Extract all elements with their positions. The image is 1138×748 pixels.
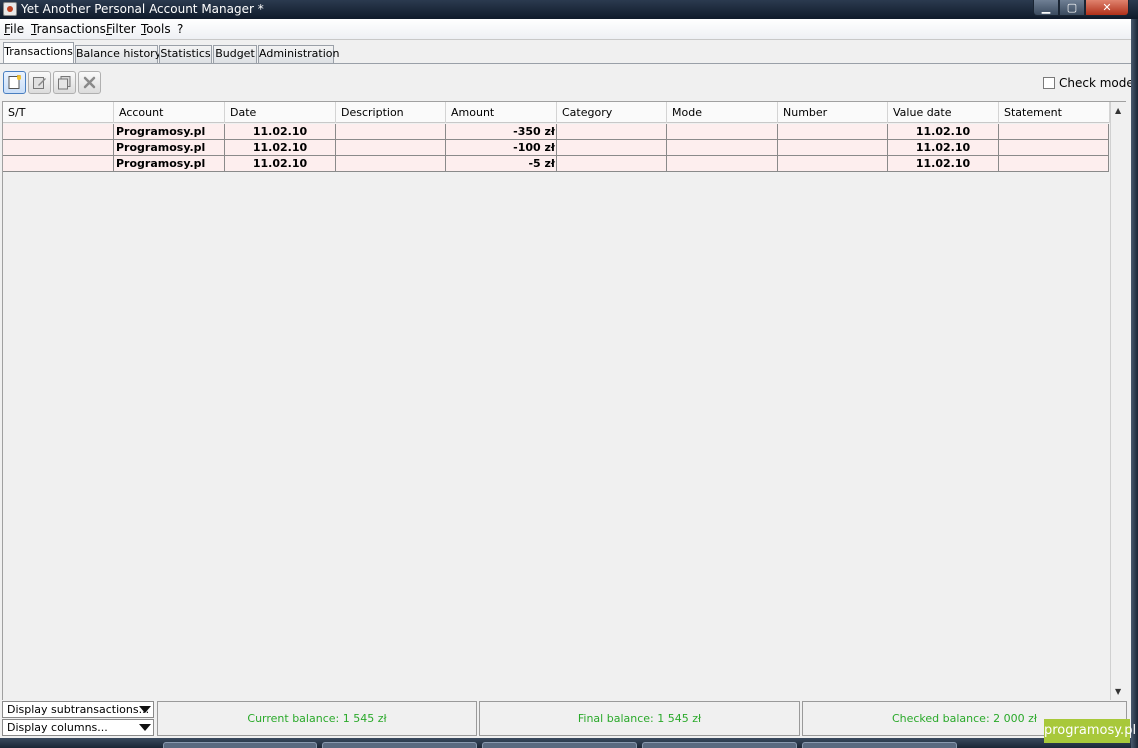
delete-transaction-icon xyxy=(83,76,96,89)
chevron-down-icon xyxy=(139,724,151,731)
edit-transaction-button[interactable] xyxy=(28,71,51,94)
minimize-button[interactable]: ▁ xyxy=(1033,0,1059,16)
menu-bar: File Transactions Filter Tools ? xyxy=(0,19,1131,40)
column-header-st[interactable]: S/T xyxy=(3,102,114,123)
cell-category xyxy=(557,156,667,172)
cell-st xyxy=(3,140,114,156)
delete-transaction-button[interactable] xyxy=(78,71,101,94)
cell-mode xyxy=(667,156,778,172)
transactions-panel: Check mode S/T Account Date Description … xyxy=(0,63,1134,701)
menu-tools[interactable]: Tools xyxy=(141,22,171,36)
cell-statement xyxy=(999,124,1109,140)
cell-number xyxy=(778,124,888,140)
cell-st xyxy=(3,124,114,140)
status-bar: Display subtransactions... Display colum… xyxy=(0,700,1131,738)
menu-file[interactable]: File xyxy=(4,22,24,36)
column-header-number[interactable]: Number xyxy=(778,102,888,123)
vertical-scrollbar[interactable]: ▲ ▼ xyxy=(1110,102,1126,700)
new-transaction-button[interactable] xyxy=(3,71,26,94)
tab-administration[interactable]: Administration xyxy=(258,45,340,63)
table-header: S/T Account Date Description Amount Cate… xyxy=(3,102,1110,123)
column-header-amount[interactable]: Amount xyxy=(446,102,557,123)
copy-transaction-button[interactable] xyxy=(53,71,76,94)
scroll-down-arrow-icon[interactable]: ▼ xyxy=(1115,687,1121,696)
edit-transaction-icon xyxy=(33,77,46,89)
cell-description xyxy=(336,124,446,140)
transactions-table: S/T Account Date Description Amount Cate… xyxy=(2,101,1126,701)
table-row[interactable]: Programosy.pl 11.02.10 -5 zł 11.02.10 xyxy=(3,156,1109,172)
cell-statement xyxy=(999,156,1109,172)
cell-date: 11.02.10 xyxy=(225,156,336,172)
cell-description xyxy=(336,140,446,156)
title-bar: Yet Another Personal Account Manager * ▁… xyxy=(0,0,1138,19)
cell-number xyxy=(778,140,888,156)
cell-category xyxy=(557,140,667,156)
taskbar-button[interactable] xyxy=(642,742,797,748)
column-header-mode[interactable]: Mode xyxy=(667,102,778,123)
chevron-down-icon xyxy=(139,706,151,713)
cell-value-date: 11.02.10 xyxy=(888,156,999,172)
menu-transactions[interactable]: Transactions xyxy=(31,22,106,36)
cell-mode xyxy=(667,124,778,140)
taskbar-button[interactable] xyxy=(482,742,637,748)
cell-amount: -5 zł xyxy=(446,156,557,172)
column-header-statement[interactable]: Statement xyxy=(999,102,1110,123)
cell-date: 11.02.10 xyxy=(225,140,336,156)
tab-statistics[interactable]: Statistics xyxy=(159,45,212,63)
tab-bar: Transactions Balance history Statistics … xyxy=(0,40,1131,64)
cell-number xyxy=(778,156,888,172)
taskbar-button[interactable] xyxy=(322,742,477,748)
tab-balance-history[interactable]: Balance history xyxy=(75,45,161,63)
watermark-logo: programosy.pl xyxy=(1044,719,1136,743)
cell-description xyxy=(336,156,446,172)
checkbox-box[interactable] xyxy=(1043,77,1055,89)
display-subtransactions-label: Display subtransactions... xyxy=(7,703,150,716)
cell-st xyxy=(3,156,114,172)
display-subtransactions-dropdown[interactable]: Display subtransactions... xyxy=(2,701,154,718)
current-balance: Current balance: 1 545 zł xyxy=(157,701,477,736)
cell-account: Programosy.pl xyxy=(114,156,225,172)
close-button[interactable]: ✕ xyxy=(1085,0,1129,16)
menu-filter[interactable]: Filter xyxy=(106,22,136,36)
cell-amount: -100 zł xyxy=(446,140,557,156)
final-balance: Final balance: 1 545 zł xyxy=(479,701,800,736)
display-columns-label: Display columns... xyxy=(7,721,108,734)
copy-transaction-icon xyxy=(58,76,71,90)
taskbar-button[interactable] xyxy=(163,742,317,748)
cell-category xyxy=(557,124,667,140)
scroll-up-arrow-icon[interactable]: ▲ xyxy=(1115,106,1121,115)
cell-statement xyxy=(999,140,1109,156)
window-frame-right xyxy=(1131,19,1138,748)
taskbar-button[interactable] xyxy=(802,742,957,748)
cell-value-date: 11.02.10 xyxy=(888,124,999,140)
tab-budget[interactable]: Budget xyxy=(213,45,257,63)
cell-date: 11.02.10 xyxy=(225,124,336,140)
tab-transactions[interactable]: Transactions xyxy=(3,42,74,64)
window-title: Yet Another Personal Account Manager * xyxy=(21,2,264,16)
menu-help[interactable]: ? xyxy=(177,22,183,36)
maximize-button[interactable]: ▢ xyxy=(1059,0,1085,16)
column-header-account[interactable]: Account xyxy=(114,102,225,123)
check-mode-checkbox[interactable]: Check mode xyxy=(1043,76,1134,90)
column-header-value-date[interactable]: Value date xyxy=(888,102,999,123)
new-transaction-icon xyxy=(8,75,21,89)
display-columns-dropdown[interactable]: Display columns... xyxy=(2,719,154,736)
table-row[interactable]: Programosy.pl 11.02.10 -350 zł 11.02.10 xyxy=(3,124,1109,140)
cell-amount: -350 zł xyxy=(446,124,557,140)
cell-value-date: 11.02.10 xyxy=(888,140,999,156)
cell-account: Programosy.pl xyxy=(114,140,225,156)
column-header-date[interactable]: Date xyxy=(225,102,336,123)
column-header-description[interactable]: Description xyxy=(336,102,446,123)
java-app-icon xyxy=(3,2,17,16)
cell-mode xyxy=(667,140,778,156)
column-header-category[interactable]: Category xyxy=(557,102,667,123)
table-row[interactable]: Programosy.pl 11.02.10 -100 zł 11.02.10 xyxy=(3,140,1109,156)
cell-account: Programosy.pl xyxy=(114,124,225,140)
check-mode-label: Check mode xyxy=(1059,76,1134,90)
